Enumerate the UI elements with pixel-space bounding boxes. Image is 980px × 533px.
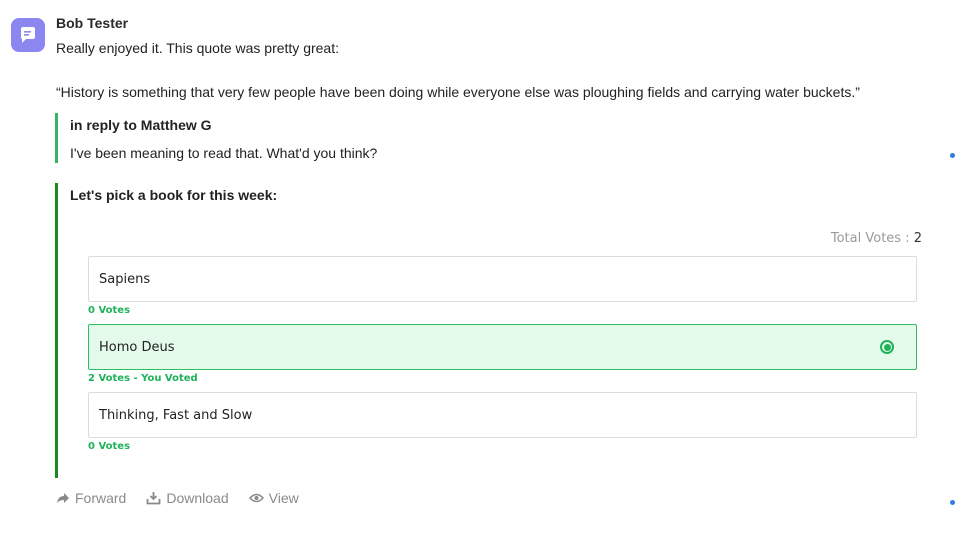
reply-text: I've been meaning to read that. What'd y… (70, 145, 378, 161)
download-button[interactable]: Download (146, 490, 229, 506)
view-button[interactable]: View (248, 490, 299, 506)
total-votes-separator: : (901, 231, 914, 246)
poll-option-label: Thinking, Fast and Slow (99, 408, 253, 423)
download-label: Download (166, 490, 229, 506)
message-actions: Forward Download View (56, 490, 299, 506)
eye-icon (248, 493, 264, 503)
forward-label: Forward (75, 490, 127, 506)
chat-bubble-icon (21, 27, 35, 43)
message-card: Bob Tester Really enjoyed it. This quote… (0, 0, 980, 533)
message-quote: “History is something that very few peop… (56, 84, 860, 100)
reply-block[interactable]: in reply to Matthew G I've been meaning … (55, 113, 670, 163)
radio-selected-icon[interactable] (880, 340, 894, 354)
poll: Let's pick a book for this week: Total V… (55, 183, 922, 478)
total-votes: Total Votes : 2 (831, 231, 922, 246)
download-icon (146, 492, 161, 505)
avatar[interactable] (11, 18, 45, 52)
poll-question: Let's pick a book for this week: (70, 187, 278, 203)
poll-option-label: Homo Deus (99, 340, 175, 355)
unread-indicator (950, 500, 955, 505)
poll-option-homo-deus[interactable]: Homo Deus (88, 324, 917, 370)
poll-option-votes: 0 Votes (88, 441, 131, 452)
total-votes-value: 2 (913, 231, 922, 246)
poll-option-votes: 0 Votes (88, 305, 131, 316)
sender-name[interactable]: Bob Tester (56, 15, 128, 31)
poll-option-thinking-fast-and-slow[interactable]: Thinking, Fast and Slow (88, 392, 917, 438)
view-label: View (268, 490, 299, 506)
reply-heading: in reply to Matthew G (70, 117, 212, 133)
poll-option-sapiens[interactable]: Sapiens (88, 256, 917, 302)
total-votes-label: Total Votes (830, 231, 902, 246)
unread-indicator (950, 153, 955, 158)
message-text: Really enjoyed it. This quote was pretty… (56, 40, 340, 56)
forward-button[interactable]: Forward (56, 490, 126, 506)
forward-icon (57, 493, 69, 503)
poll-option-label: Sapiens (99, 272, 151, 287)
poll-option-votes: 2 Votes - You Voted (88, 373, 198, 384)
